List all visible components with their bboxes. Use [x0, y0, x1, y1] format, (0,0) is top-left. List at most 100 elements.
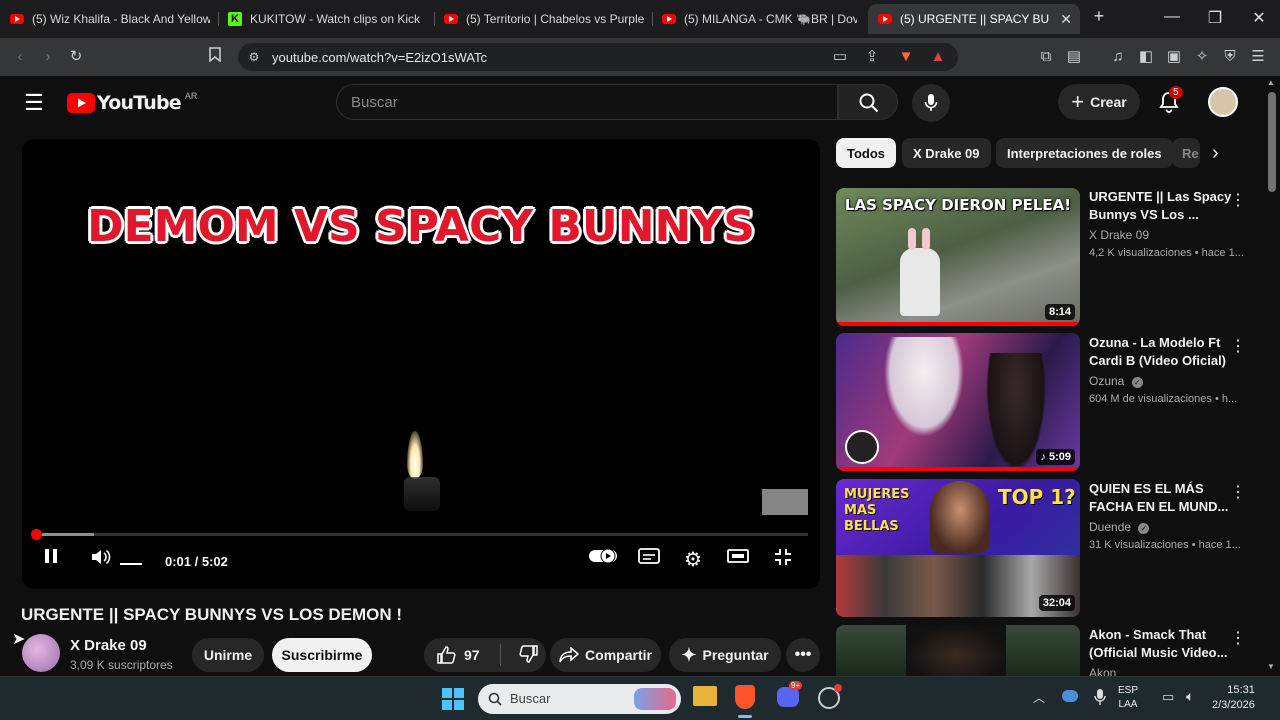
share-button[interactable]: Compartir — [550, 638, 661, 672]
vpn-icon[interactable]: ⛨ — [1220, 47, 1240, 67]
address-bar[interactable]: ⚙ youtube.com/watch?v=E2izO1sWATc ▭ ⇪ ▼ … — [238, 43, 958, 71]
page-scrollbar-thumb[interactable] — [1268, 92, 1276, 192]
browser-tab[interactable]: (5) MILANGA - CMK 🐃BR | Dovux — [662, 4, 857, 34]
language-indicator[interactable]: ESP LAA — [1118, 684, 1138, 712]
browser-toolbar: ‹ › ↻ ⚙ youtube.com/watch?v=E2izO1sWATc … — [0, 38, 1280, 76]
menu-icon[interactable]: ☰ — [1248, 47, 1268, 67]
reload-icon[interactable]: ↻ — [66, 47, 86, 67]
chevron-up-icon[interactable]: ︿ — [1033, 689, 1045, 706]
youtube-play-logo-icon — [67, 93, 95, 113]
recommendation-title[interactable]: QUIEN ES EL MÁS FACHA EN EL MUND... — [1089, 480, 1249, 516]
chip-label: Re — [1182, 145, 1199, 161]
recommendation-title[interactable]: Akon - Smack That (Official Music Video.… — [1089, 626, 1249, 662]
share-icon[interactable]: ⇪ — [862, 47, 882, 67]
more-options-icon[interactable]: ⋮ — [1230, 190, 1246, 210]
brave-rewards-icon[interactable]: ▲ — [928, 47, 948, 67]
new-tab-button[interactable]: + — [1084, 6, 1114, 27]
speaker-icon[interactable]: 🔈︎ — [1186, 688, 1194, 705]
like-button[interactable]: 97 — [436, 646, 480, 664]
voice-search-button[interactable] — [912, 84, 950, 122]
cast-icon[interactable]: ▭ — [830, 47, 850, 67]
back-icon[interactable]: ‹ — [10, 47, 30, 67]
scroll-up-icon[interactable]: ▲ — [1267, 78, 1275, 87]
volume-button[interactable] — [86, 547, 116, 572]
brave-browser-icon[interactable] — [735, 685, 755, 709]
browser-tab[interactable]: (5) Wiz Khalifa - Black And Yellow — [10, 4, 210, 34]
app-icon[interactable] — [818, 684, 842, 709]
recommendation-channel[interactable]: X Drake 09 — [1089, 228, 1149, 242]
bookmark-icon[interactable] — [205, 47, 225, 68]
more-actions-button[interactable]: ••• — [786, 638, 820, 672]
progress-bar[interactable] — [34, 533, 808, 536]
volume-slider[interactable] — [120, 563, 142, 565]
sidebar-icon[interactable]: ◧ — [1136, 47, 1156, 67]
dislike-button[interactable] — [519, 644, 539, 666]
brave-shields-icon[interactable]: ▼ — [896, 47, 916, 67]
more-options-icon[interactable]: ⋮ — [1230, 336, 1246, 356]
notifications-button[interactable]: 5 — [1158, 86, 1183, 119]
ask-label: Preguntar — [702, 647, 769, 663]
onedrive-icon[interactable] — [1062, 690, 1078, 702]
sidebar-panel-icon[interactable]: ▤ — [1064, 47, 1084, 67]
scroll-down-icon[interactable]: ▼ — [1267, 662, 1275, 671]
progress-scrubber[interactable] — [31, 529, 42, 540]
account-avatar[interactable] — [1208, 87, 1238, 117]
browser-tab[interactable]: K KUKITOW - Watch clips on Kick — [228, 4, 428, 34]
settings-gear-icon[interactable]: ⚙ — [678, 547, 708, 572]
subscribe-button[interactable]: Suscribirme — [272, 638, 372, 672]
recommendation-channel[interactable]: Akon — [1089, 666, 1116, 676]
ask-button[interactable]: ✦ Preguntar — [669, 638, 781, 672]
network-icon[interactable]: ▭ — [1162, 689, 1174, 705]
video-thumbnail[interactable] — [836, 625, 1080, 676]
taskbar-search[interactable]: Buscar — [478, 684, 681, 714]
discord-icon[interactable]: 9+ — [777, 681, 803, 707]
more-options-icon[interactable]: ⋮ — [1230, 628, 1246, 648]
close-tab-icon[interactable]: ✕ — [1052, 11, 1080, 28]
recommendation-title[interactable]: URGENTE || Las Spacy Bunnys VS Los ... — [1089, 188, 1249, 224]
search-button[interactable] — [838, 84, 898, 120]
chip-channel[interactable]: X Drake 09 — [902, 138, 991, 168]
extensions-icon[interactable]: ⧉ — [1036, 47, 1056, 67]
exit-fullscreen-button[interactable] — [768, 547, 798, 572]
more-options-icon[interactable]: ⋮ — [1230, 482, 1246, 502]
channel-name[interactable]: X Drake 09 — [70, 637, 147, 654]
search-input[interactable]: Buscar — [336, 84, 838, 120]
subtitles-button[interactable] — [634, 547, 664, 570]
browser-tab[interactable]: (5) Territorio | Chabelos vs Purple — [444, 4, 644, 34]
wallet-icon[interactable]: ▣ — [1164, 47, 1184, 67]
chip-partial[interactable]: Re — [1172, 138, 1200, 168]
youtube-favicon-icon — [662, 14, 676, 24]
chip-all[interactable]: Todos — [836, 138, 897, 168]
chevron-right-icon[interactable]: › — [1212, 142, 1219, 165]
video-thumbnail[interactable]: MUJERES MAS BELLAS TOP 1? 32:04 — [836, 479, 1080, 617]
autoplay-toggle[interactable] — [588, 547, 618, 570]
join-button[interactable]: Unirme — [192, 638, 264, 672]
channel-avatar[interactable] — [22, 634, 60, 672]
clock[interactable]: 15:31 2/3/2026 — [1212, 683, 1255, 713]
recommendation-channel[interactable]: Ozuna ✓ — [1089, 374, 1143, 388]
recommendation-channel[interactable]: Duende ✓ — [1089, 520, 1150, 534]
pause-button[interactable] — [36, 547, 66, 570]
chip-roleplay[interactable]: Interpretaciones de roles — [996, 138, 1173, 168]
media-icon[interactable]: ♫ — [1108, 47, 1128, 67]
video-thumbnail[interactable]: LAS SPACY DIERON PELEA! 8:14 — [836, 188, 1080, 326]
microphone-icon[interactable] — [1094, 688, 1106, 709]
close-window-icon[interactable]: ✕ — [1244, 8, 1274, 28]
forward-icon[interactable]: › — [38, 47, 58, 67]
file-explorer-icon[interactable] — [693, 686, 717, 706]
recommendation-title[interactable]: Ozuna - La Modelo Ft Cardi B (Video Ofic… — [1089, 334, 1249, 370]
windows-start-button[interactable] — [441, 687, 465, 716]
browser-tab-active[interactable]: (5) URGENTE || SPACY BUNNYS ✕ — [868, 4, 1080, 34]
maximize-icon[interactable]: ❐ — [1200, 8, 1230, 28]
create-button[interactable]: + Crear — [1058, 84, 1140, 120]
minimize-icon[interactable]: — — [1157, 8, 1187, 26]
theater-mode-button[interactable] — [723, 547, 753, 570]
site-settings-icon[interactable]: ⚙ — [244, 47, 264, 67]
youtube-logo[interactable]: YouTube AR — [67, 91, 197, 114]
face-figure — [930, 481, 990, 553]
leo-ai-icon[interactable]: ✧ — [1192, 47, 1212, 67]
video-thumbnail[interactable]: ♪ 5:09 — [836, 333, 1080, 471]
hamburger-menu-icon[interactable]: ☰ — [24, 90, 44, 116]
video-player[interactable]: DEMOM VS SPACY BUNNYS 0:01 / 5:02 ⚙ — [22, 139, 820, 589]
channel-logo-icon — [845, 430, 879, 464]
